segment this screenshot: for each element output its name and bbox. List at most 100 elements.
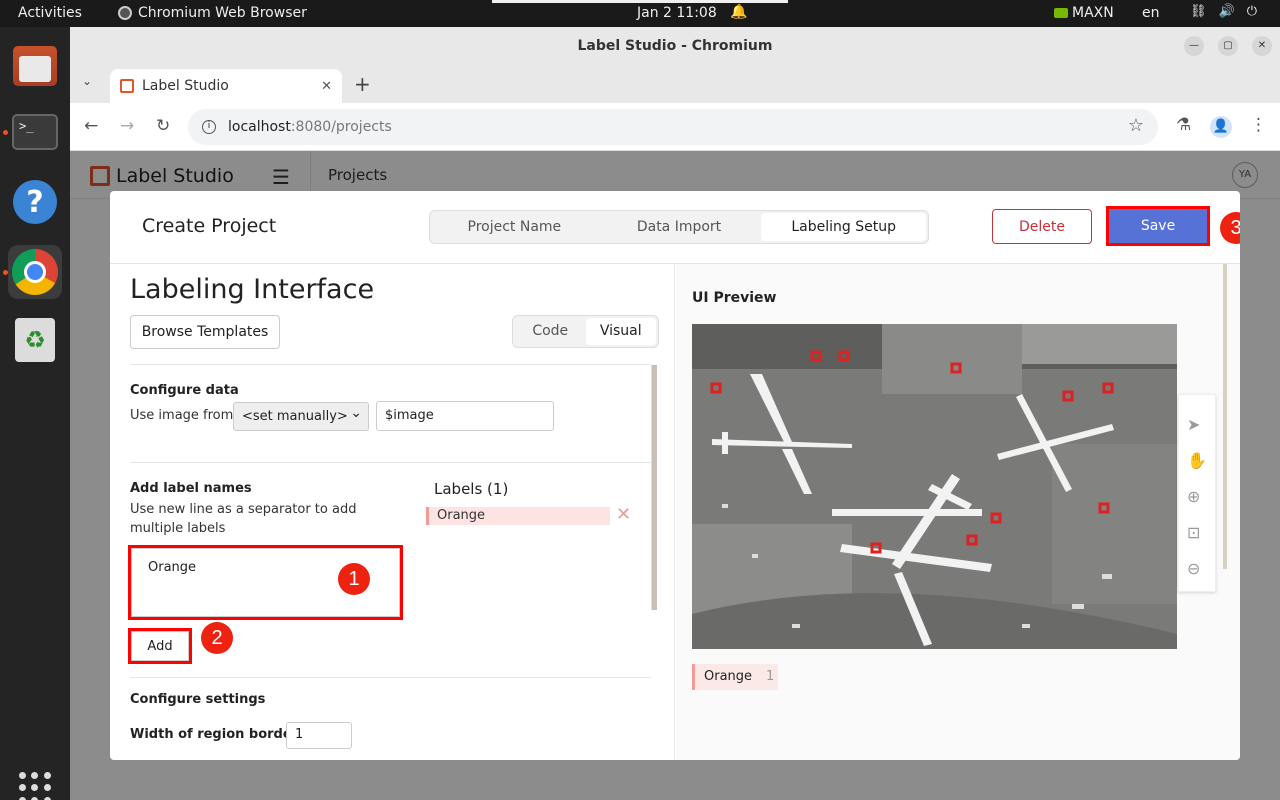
- wizard-steps: Project Name Data Import Labeling Setup: [429, 210, 929, 244]
- url-path: :8080/projects: [290, 119, 392, 135]
- add-label-names-title: Add label names: [130, 481, 252, 496]
- browse-templates-button[interactable]: Browse Templates: [130, 315, 280, 349]
- tab-data-import[interactable]: Data Import: [597, 213, 762, 241]
- step-badge-2: 2: [201, 622, 233, 654]
- files-icon: [13, 46, 57, 86]
- delete-button[interactable]: Delete: [992, 209, 1092, 244]
- minimize-icon[interactable]: —: [1184, 36, 1204, 56]
- activities-button[interactable]: Activities: [18, 5, 82, 21]
- labeling-config-panel: Labeling Interface Browse Templates Code…: [110, 264, 675, 760]
- add-label-hint: Use new line as a separator to add multi…: [130, 502, 357, 536]
- divider: [130, 677, 651, 678]
- forward-icon[interactable]: →: [120, 116, 134, 136]
- power-icon: ⏻: [1246, 4, 1257, 19]
- dock-terminal[interactable]: >_: [8, 105, 62, 159]
- labs-flask-icon[interactable]: ⚗: [1176, 115, 1191, 135]
- menu-kebab-icon[interactable]: ⋮: [1250, 115, 1267, 135]
- zoom-in-icon[interactable]: ⊕: [1187, 487, 1200, 506]
- mode-toggle: Code Visual: [512, 315, 659, 348]
- dock: >_ ? ♻: [0, 27, 70, 800]
- active-app-menu[interactable]: Chromium Web Browser: [118, 5, 307, 21]
- trash-icon: ♻: [15, 318, 55, 362]
- aerial-airport-image[interactable]: [692, 324, 1177, 649]
- active-app-name: Chromium Web Browser: [138, 5, 307, 21]
- preview-label-hotkey: 1: [766, 669, 775, 684]
- region-border-input[interactable]: 1: [286, 722, 352, 749]
- url-host: localhost: [228, 119, 291, 135]
- page: Label Studio ☰ Projects YA Create Projec…: [70, 151, 1280, 800]
- chromium-icon: [12, 249, 58, 295]
- tab-labeling-setup[interactable]: Labeling Setup: [761, 213, 927, 241]
- window-title: Label Studio - Chromium: [577, 38, 773, 54]
- language-indicator[interactable]: en: [1142, 5, 1160, 21]
- remove-label-icon[interactable]: ✕: [616, 504, 631, 525]
- bookmark-star-icon[interactable]: ☆: [1128, 115, 1144, 136]
- tab-label-studio[interactable]: Label Studio ✕: [110, 69, 342, 103]
- divider: [130, 364, 651, 365]
- modal-header: Create Project Project Name Data Import …: [110, 191, 1240, 264]
- close-tab-icon[interactable]: ✕: [321, 79, 332, 94]
- dock-trash[interactable]: ♻: [8, 313, 62, 367]
- tab-strip: ⌄ Label Studio ✕ +: [70, 65, 1280, 103]
- region-border-label: Width of region borders: [130, 727, 306, 742]
- create-project-modal: Create Project Project Name Data Import …: [110, 191, 1240, 760]
- power-mode-label: MAXN: [1072, 5, 1114, 21]
- step-badge-1: 1: [338, 563, 370, 595]
- chromium-small-icon: [118, 6, 132, 20]
- reload-icon[interactable]: ↻: [156, 116, 170, 136]
- pan-hand-icon[interactable]: ✋: [1187, 451, 1207, 470]
- tab-title: Label Studio: [142, 78, 229, 94]
- maximize-icon[interactable]: ▢: [1218, 36, 1238, 56]
- dock-files[interactable]: [8, 39, 62, 93]
- image-variable-input[interactable]: $image: [376, 401, 554, 431]
- nvidia-power-mode[interactable]: MAXN: [1054, 5, 1114, 21]
- notification-strip: [492, 0, 788, 3]
- use-image-from-label: Use image from: [130, 408, 234, 423]
- system-top-bar: Activities Chromium Web Browser Jan 2 11…: [0, 0, 1280, 27]
- site-info-icon[interactable]: i: [202, 120, 216, 134]
- ui-preview-title: UI Preview: [692, 290, 777, 306]
- new-tab-icon[interactable]: +: [354, 72, 371, 96]
- image-source-select[interactable]: <set manually>: [233, 402, 369, 431]
- dock-help[interactable]: ?: [8, 175, 62, 229]
- tab-search-chevron-icon[interactable]: ⌄: [82, 74, 92, 88]
- back-icon[interactable]: ←: [84, 116, 98, 136]
- modal-title: Create Project: [142, 215, 277, 237]
- add-label-button[interactable]: Add: [131, 631, 189, 661]
- terminal-icon: >_: [12, 114, 58, 150]
- labeling-heading: Labeling Interface: [130, 274, 375, 305]
- save-button[interactable]: Save: [1109, 209, 1207, 243]
- address-bar[interactable]: i localhost:8080/projects ☆: [188, 109, 1158, 145]
- profile-icon[interactable]: 👤: [1210, 116, 1232, 138]
- configure-settings-title: Configure settings: [130, 692, 266, 707]
- clock[interactable]: Jan 2 11:08: [637, 5, 717, 21]
- pointer-tool-icon[interactable]: ➤: [1187, 415, 1200, 434]
- label-item-orange[interactable]: Orange: [426, 507, 610, 525]
- preview-scrollbar[interactable]: [1223, 264, 1227, 569]
- preview-label-text: Orange: [704, 669, 753, 684]
- config-scroll-thumb[interactable]: [652, 365, 657, 610]
- visual-mode-button[interactable]: Visual: [585, 318, 656, 345]
- bell-icon: 🔔: [730, 4, 748, 20]
- ui-preview-panel: UI Preview ➤ ✋ ⊕ ⊡ ⊖ Orange 1: [676, 264, 1240, 760]
- fit-to-screen-icon[interactable]: ⊡: [1187, 523, 1200, 542]
- window-titlebar: Label Studio - Chromium — ▢ ✕: [70, 27, 1280, 65]
- network-icon: ⛓: [1190, 4, 1207, 19]
- labels-title: Labels (1): [434, 480, 509, 498]
- dock-chromium[interactable]: [8, 245, 62, 299]
- image-toolbar: ➤ ✋ ⊕ ⊡ ⊖: [1178, 394, 1216, 592]
- system-tray[interactable]: ⛓ 🔊 ⏻: [1190, 4, 1257, 19]
- help-icon: ?: [13, 180, 57, 224]
- add-highlight-box: Add: [128, 628, 192, 664]
- nvidia-icon: [1054, 8, 1068, 18]
- zoom-out-icon[interactable]: ⊖: [1187, 559, 1200, 578]
- configure-data-title: Configure data: [130, 383, 239, 398]
- app-grid-icon[interactable]: [19, 772, 51, 800]
- close-window-icon[interactable]: ✕: [1252, 36, 1272, 56]
- label-studio-favicon-icon: [120, 79, 134, 93]
- code-mode-button[interactable]: Code: [515, 318, 586, 345]
- divider: [130, 462, 651, 463]
- save-highlight-box: Save: [1106, 206, 1210, 246]
- preview-label-orange[interactable]: Orange 1: [692, 664, 778, 690]
- tab-project-name[interactable]: Project Name: [432, 213, 597, 241]
